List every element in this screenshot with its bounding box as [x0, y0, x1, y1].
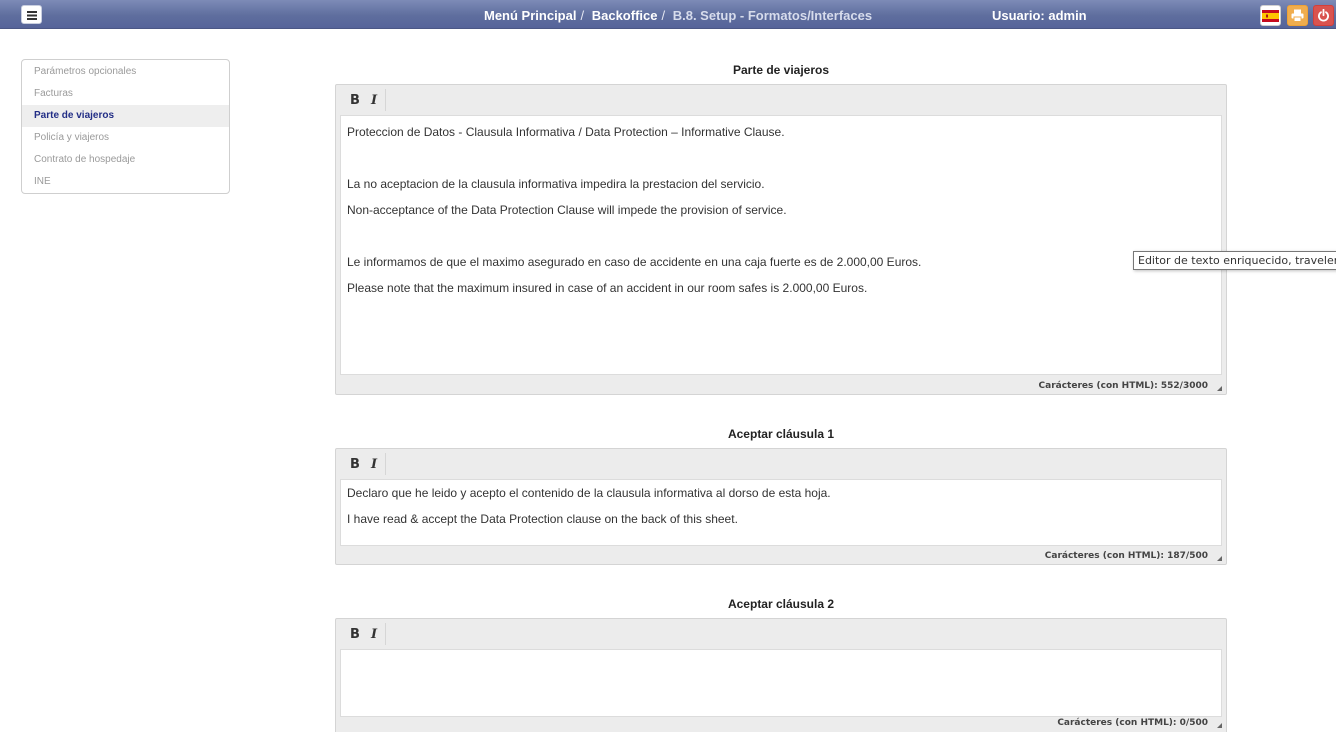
- editor-line: Le informamos de que el maximo asegurado…: [347, 255, 922, 269]
- rich-text-editor: B I Carácteres (con HTML): 0/500: [335, 618, 1227, 732]
- editor-line: I have read & accept the Data Protection…: [347, 512, 738, 526]
- toolbar-divider: [385, 453, 386, 475]
- section-title-parte-de-viajeros: Parte de viajeros: [732, 63, 830, 77]
- resize-handle-icon[interactable]: [1217, 723, 1222, 728]
- italic-button[interactable]: I: [364, 625, 384, 643]
- print-icon: [1291, 9, 1304, 22]
- spain-flag-icon: [1262, 9, 1279, 22]
- breadcrumb-backoffice[interactable]: Backoffice: [592, 8, 658, 23]
- resize-handle-icon[interactable]: [1217, 386, 1222, 391]
- menu-button[interactable]: [21, 5, 42, 24]
- italic-button[interactable]: I: [364, 455, 384, 473]
- editor-line: [347, 145, 1215, 171]
- breadcrumb-current: B.8. Setup - Formatos/Interfaces: [672, 8, 873, 23]
- bold-button[interactable]: B: [345, 91, 365, 109]
- rich-text-editor: B I Declaro que he leido y acepto el con…: [335, 448, 1227, 565]
- power-icon: [1318, 9, 1329, 22]
- editor-tooltip: Editor de texto enriquecido, travelersRe…: [1133, 251, 1336, 270]
- editor-content-area[interactable]: Declaro que he leido y acepto el conteni…: [340, 479, 1222, 546]
- breadcrumb-separator: /: [661, 8, 666, 23]
- character-counter: Carácteres (con HTML): 0/500: [1057, 718, 1208, 728]
- sidebar-item-contrato-de-hospedaje[interactable]: Contrato de hospedaje: [22, 149, 229, 171]
- editor-line: Proteccion de Datos - Clausula Informati…: [347, 125, 785, 139]
- sidebar-item-parametros-opcionales[interactable]: Parámetros opcionales: [22, 61, 229, 83]
- language-button[interactable]: [1260, 5, 1281, 26]
- character-counter: Carácteres (con HTML): 187/500: [1044, 551, 1208, 561]
- editor-content-area[interactable]: Proteccion de Datos - Clausula Informati…: [340, 115, 1222, 375]
- editor-line: La no aceptacion de la clausula informat…: [347, 177, 765, 191]
- print-button[interactable]: [1287, 5, 1308, 26]
- editor-line: [347, 223, 1215, 249]
- breadcrumb-separator: /: [580, 8, 585, 23]
- breadcrumb: Menú Principal / Backoffice / B.8. Setup -…: [484, 8, 872, 23]
- section-title-aceptar-clausula-1: Aceptar cláusula 1: [727, 427, 835, 441]
- sidebar-item-ine[interactable]: INE: [22, 171, 229, 193]
- editor-toolbar: B I: [336, 449, 1226, 478]
- resize-handle-icon[interactable]: [1217, 556, 1222, 561]
- logout-button[interactable]: [1313, 5, 1334, 26]
- editor-toolbar: B I: [336, 619, 1226, 648]
- editor-line: Non-acceptance of the Data Protection Cl…: [347, 203, 787, 217]
- breadcrumb-menu-principal[interactable]: Menú Principal: [484, 8, 576, 23]
- editor-line: Please note that the maximum insured in …: [347, 281, 868, 295]
- character-counter: Carácteres (con HTML): 552/3000: [1038, 381, 1208, 391]
- italic-button[interactable]: I: [364, 91, 384, 109]
- toolbar-divider: [385, 623, 386, 645]
- rich-text-editor: B I Proteccion de Datos - Clausula Infor…: [335, 84, 1227, 395]
- top-bar: Menú Principal / Backoffice / B.8. Setup -…: [0, 0, 1336, 29]
- editor-content-area[interactable]: [340, 649, 1222, 717]
- section-title-aceptar-clausula-2: Aceptar cláusula 2: [727, 597, 835, 611]
- menu-icon: [26, 10, 37, 20]
- user-label: Usuario: admin: [992, 8, 1087, 23]
- bold-button[interactable]: B: [345, 625, 365, 643]
- toolbar-divider: [385, 89, 386, 111]
- sidebar-item-facturas[interactable]: Facturas: [22, 83, 229, 105]
- editor-toolbar: B I: [336, 85, 1226, 114]
- sidebar-item-policia-y-viajeros[interactable]: Policía y viajeros: [22, 127, 229, 149]
- bold-button[interactable]: B: [345, 455, 365, 473]
- sidebar-item-parte-de-viajeros[interactable]: Parte de viajeros: [22, 105, 229, 127]
- sidebar: Parámetros opcionales Facturas Parte de …: [21, 59, 230, 194]
- editor-line: Declaro que he leido y acepto el conteni…: [347, 486, 831, 500]
